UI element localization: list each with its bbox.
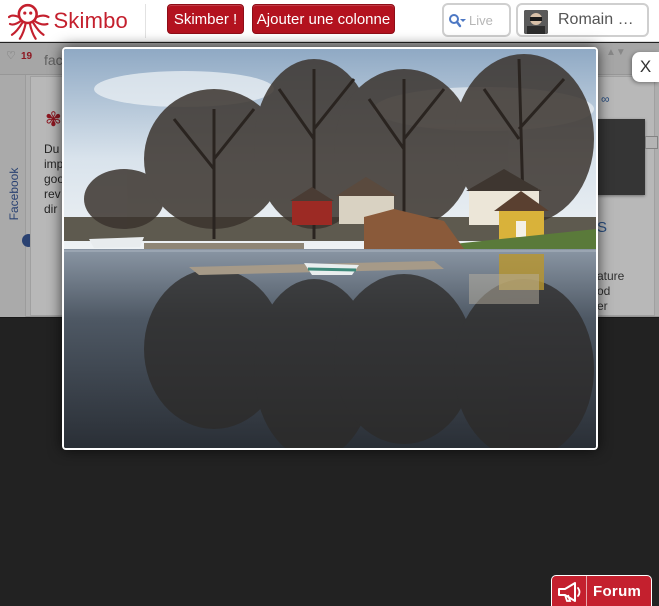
photo-lightbox bbox=[62, 47, 598, 450]
top-bar: Skimbo Skimber ! Ajouter une colonne Liv… bbox=[0, 0, 659, 42]
forum-label: Forum bbox=[593, 583, 642, 600]
live-search-input[interactable]: Live bbox=[442, 3, 511, 37]
skim-button[interactable]: Skimber ! bbox=[167, 4, 244, 34]
user-menu-button[interactable]: Romain … bbox=[516, 3, 649, 37]
avatar bbox=[524, 10, 548, 34]
forum-divider bbox=[586, 576, 587, 606]
add-column-button[interactable]: Ajouter une colonne bbox=[252, 4, 395, 34]
search-placeholder: Live bbox=[469, 13, 493, 28]
lake-reflection-photo bbox=[64, 49, 596, 448]
user-name: Romain … bbox=[558, 11, 634, 28]
header-divider bbox=[145, 4, 146, 38]
brand-name: Skimbo bbox=[53, 8, 128, 33]
forum-button[interactable]: Forum bbox=[551, 575, 652, 606]
octopus-logo-icon bbox=[8, 3, 50, 40]
skimbo-logo[interactable]: Skimbo bbox=[8, 2, 128, 40]
search-icon bbox=[449, 14, 466, 28]
close-lightbox-button[interactable]: X bbox=[632, 52, 659, 82]
megaphone-icon bbox=[558, 582, 581, 602]
